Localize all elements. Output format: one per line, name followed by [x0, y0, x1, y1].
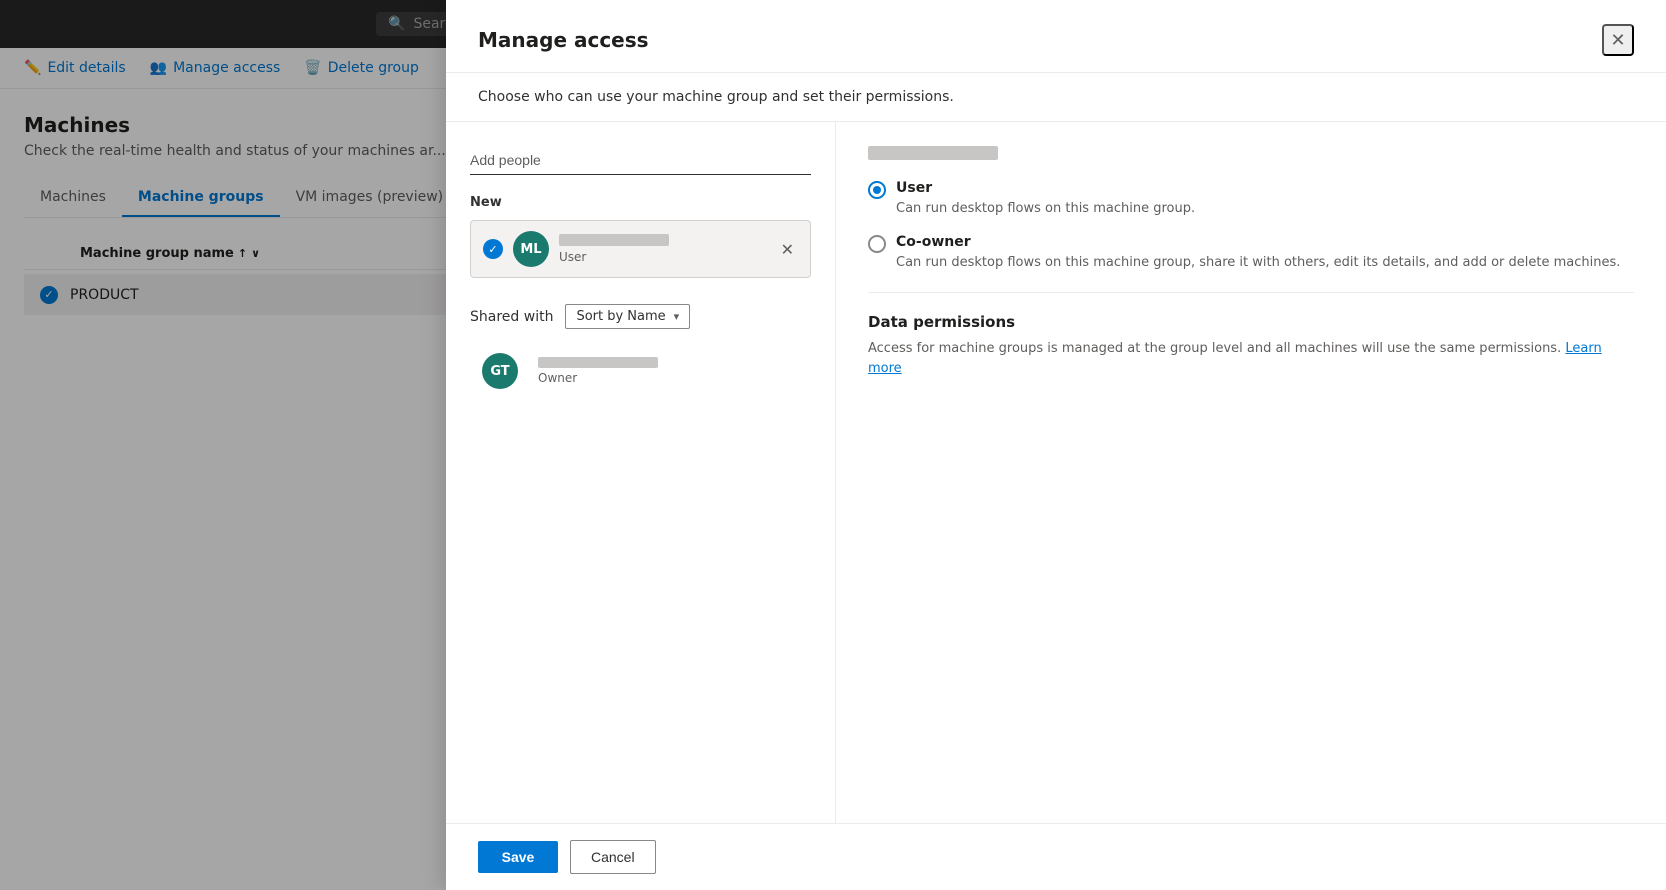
permission-user-desc: Can run desktop flows on this machine gr… [896, 200, 1634, 218]
shared-user-name-blurred [538, 357, 658, 368]
modal-body: New ✓ ML User ✕ Shared with Sort by Name… [446, 122, 1666, 823]
permission-coowner-desc: Can run desktop flows on this machine gr… [896, 254, 1634, 272]
sort-by-label: Sort by Name [576, 309, 665, 324]
user-avatar: ML [513, 231, 549, 267]
chevron-down-icon: ▾ [674, 310, 680, 323]
radio-coowner[interactable] [868, 235, 886, 253]
shared-user-item: GT Owner [470, 345, 811, 397]
user-role: User [559, 250, 777, 264]
close-button[interactable]: ✕ [1602, 24, 1634, 56]
shared-user-role: Owner [538, 371, 799, 385]
resource-name-blurred [868, 146, 998, 160]
left-panel: New ✓ ML User ✕ Shared with Sort by Name… [446, 122, 836, 823]
permission-user-name: User [896, 180, 1634, 196]
permission-coowner-text: Co-owner Can run desktop flows on this m… [896, 234, 1634, 272]
data-permissions-text: Access for machine groups is managed at … [868, 339, 1634, 378]
sort-dropdown[interactable]: Sort by Name ▾ [565, 304, 690, 329]
right-panel: User Can run desktop flows on this machi… [836, 122, 1666, 823]
modal-subtitle: Choose who can use your machine group an… [446, 73, 1666, 122]
modal-title: Manage access [478, 28, 649, 52]
user-name-blurred [559, 234, 669, 246]
user-remove-button[interactable]: ✕ [777, 236, 798, 263]
user-info: User [559, 234, 777, 264]
shared-with-section: Shared with Sort by Name ▾ GT Owner [470, 304, 811, 397]
shared-with-header: Shared with Sort by Name ▾ [470, 304, 811, 329]
permission-coowner-name: Co-owner [896, 234, 1634, 250]
user-selected-check: ✓ [483, 239, 503, 259]
modal-footer: Save Cancel [446, 823, 1666, 890]
manage-access-modal: Manage access ✕ Choose who can use your … [446, 0, 1666, 890]
permission-user-option[interactable]: User Can run desktop flows on this machi… [868, 180, 1634, 218]
cancel-button[interactable]: Cancel [570, 840, 656, 874]
new-user-item[interactable]: ✓ ML User ✕ [470, 220, 811, 278]
new-section-label: New [470, 195, 811, 210]
save-button[interactable]: Save [478, 841, 558, 873]
data-permissions-title: Data permissions [868, 313, 1634, 331]
shared-with-label: Shared with [470, 309, 553, 325]
permission-coowner-option[interactable]: Co-owner Can run desktop flows on this m… [868, 234, 1634, 272]
shared-user-avatar: GT [482, 353, 518, 389]
radio-user[interactable] [868, 181, 886, 199]
modal-header: Manage access ✕ [446, 0, 1666, 73]
divider [868, 292, 1634, 293]
permission-user-text: User Can run desktop flows on this machi… [896, 180, 1634, 218]
shared-user-info: Owner [538, 357, 799, 385]
add-people-input[interactable] [470, 146, 811, 175]
